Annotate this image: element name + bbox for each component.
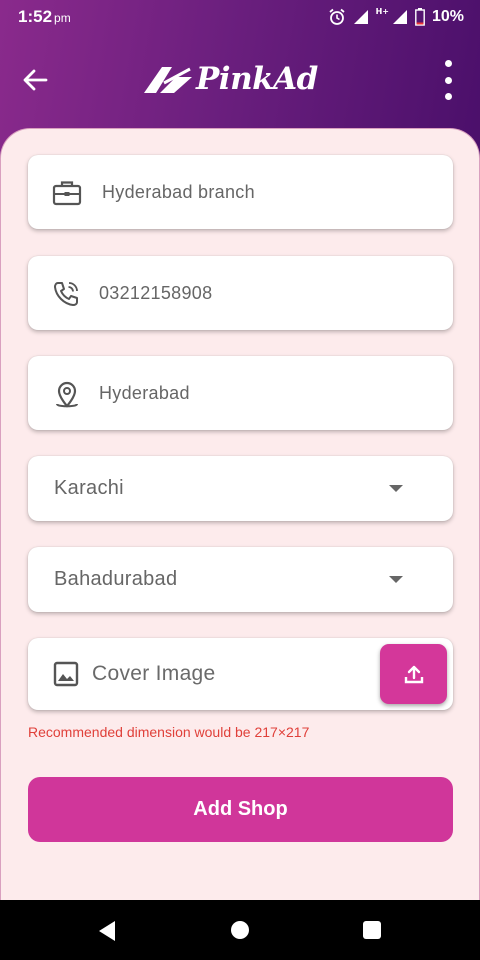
add-shop-button[interactable]: Add Shop bbox=[28, 777, 453, 842]
upload-button[interactable] bbox=[380, 644, 447, 704]
chevron-down-icon bbox=[389, 576, 403, 583]
location-pin-icon bbox=[52, 380, 82, 408]
system-nav-bar bbox=[0, 900, 480, 960]
more-vertical-icon bbox=[444, 60, 452, 67]
battery-percent: 10% bbox=[431, 8, 464, 25]
nav-back-icon[interactable] bbox=[97, 920, 117, 946]
signal-icon bbox=[353, 9, 369, 25]
city-selected-value: Karachi bbox=[54, 477, 124, 499]
area-selected-value: Bahadurabad bbox=[54, 568, 178, 590]
more-vertical-dot bbox=[444, 76, 452, 84]
cover-image-label: Cover Image bbox=[92, 662, 216, 685]
city-dropdown[interactable]: Karachi bbox=[28, 456, 453, 521]
back-button[interactable] bbox=[20, 66, 52, 94]
address-value: Hyderabad bbox=[99, 382, 190, 403]
status-icons: H+ 10% bbox=[328, 6, 464, 26]
phone-icon bbox=[52, 280, 82, 308]
more-options-button[interactable] bbox=[438, 60, 458, 100]
more-vertical-dot bbox=[444, 93, 452, 100]
upload-icon bbox=[404, 665, 423, 684]
battery-icon bbox=[415, 8, 425, 26]
signal-icon-2 bbox=[392, 9, 408, 25]
logo-mark-icon bbox=[144, 67, 192, 93]
nav-home-icon[interactable] bbox=[231, 921, 249, 939]
shop-name-value: Hyderabad branch bbox=[102, 181, 255, 202]
nav-recents-icon[interactable] bbox=[363, 921, 381, 939]
phone-field[interactable]: 03212158908 bbox=[28, 256, 453, 330]
chevron-down-icon bbox=[389, 485, 403, 492]
image-icon bbox=[53, 661, 79, 691]
shop-name-field[interactable]: Hyderabad branch bbox=[28, 155, 453, 229]
app-bar: PinkAd bbox=[0, 34, 480, 124]
status-bar: 1:52 pm H+ 10% bbox=[0, 0, 480, 34]
brand-name: PinkAd bbox=[196, 61, 318, 97]
briefcase-icon bbox=[52, 179, 82, 207]
dimension-hint: Recommended dimension would be 217×217 bbox=[28, 724, 310, 740]
network-type: H+ bbox=[375, 6, 389, 16]
alarm-icon bbox=[328, 8, 346, 26]
status-time: 1:52 pm bbox=[18, 7, 71, 26]
address-field[interactable]: Hyderabad bbox=[28, 356, 453, 430]
cover-image-field[interactable]: Cover Image bbox=[28, 638, 453, 710]
brand-logo: PinkAd bbox=[142, 56, 318, 102]
phone-value: 03212158908 bbox=[99, 282, 213, 303]
area-dropdown[interactable]: Bahadurabad bbox=[28, 547, 453, 612]
arrow-left-icon bbox=[23, 69, 48, 91]
